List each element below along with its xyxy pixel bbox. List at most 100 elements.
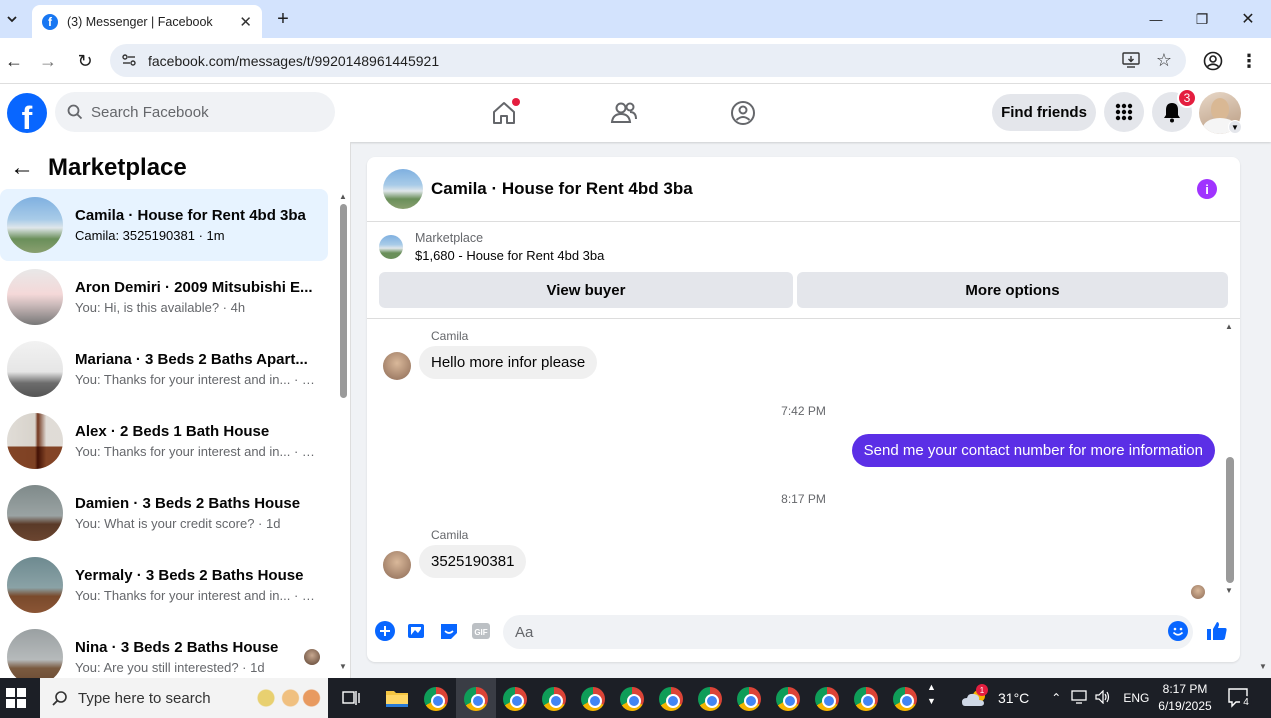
windows-start-icon[interactable] [6,688,26,713]
thumbs-up-icon[interactable] [1206,620,1228,642]
action-center-icon[interactable]: 4 [1228,688,1252,713]
chrome-taskbar-icon[interactable] [893,687,917,711]
back-arrow-icon[interactable]: ← [10,154,34,182]
chrome-taskbar-icon[interactable] [815,687,839,711]
weather-temperature[interactable]: 31°C [998,690,1029,706]
forward-button[interactable]: → [38,50,58,72]
chrome-taskbar-icon[interactable] [620,687,644,711]
task-view-icon[interactable] [342,689,360,712]
listing-thumbnail [7,413,63,469]
sender-avatar[interactable] [383,352,411,380]
facebook-header: f Search Facebook Find friends 3 ▼ [0,84,1271,142]
conversation-item-camila[interactable]: Camila · House for Rent 4bd 3ba Camila: … [0,189,328,261]
conversation-item-mariana[interactable]: Mariana · 3 Beds 2 Baths Apart... You: T… [0,333,328,405]
more-actions-plus-icon[interactable] [374,620,396,642]
menu-grid-icon[interactable] [1104,92,1144,132]
chrome-taskbar-icon[interactable] [464,687,488,711]
conversation-item-yermaly[interactable]: Yermaly · 3 Beds 2 Baths House You: Than… [0,549,328,621]
taskbar-overflow-icon[interactable]: ▲ ▼ [927,680,936,708]
scroll-up-icon[interactable]: ▲ [339,192,347,201]
browser-toolbar: ← → ↻ facebook.com/messages/t/9920148961… [0,38,1271,84]
conversation-item-nina[interactable]: Nina · 3 Beds 2 Baths House You: Are you… [0,621,328,678]
outgoing-message[interactable]: Send me your contact number for more inf… [851,434,1215,467]
incoming-message[interactable]: 3525190381 [419,545,527,578]
tab-search-icon[interactable] [2,8,22,30]
tab-close-icon[interactable]: ✕ [239,13,252,31]
browser-menu-icon[interactable]: ⋮ [1238,50,1260,72]
info-icon[interactable]: i [1197,179,1217,199]
chrome-taskbar-icon[interactable] [542,687,566,711]
chrome-taskbar-icon[interactable] [424,687,448,711]
chrome-taskbar-icon[interactable] [581,687,605,711]
message-timestamp: 8:17 PM [781,492,826,506]
conversation-preview: You: What is your credit score? · 1d [75,516,281,531]
profile-icon[interactable] [1202,50,1224,72]
svg-text:GIF: GIF [474,628,487,637]
network-icon[interactable] [1071,689,1087,707]
taskbar-search-input[interactable]: Type here to search [40,678,328,718]
sender-avatar[interactable] [383,551,411,579]
chrome-taskbar-icon[interactable] [503,687,527,711]
notification-count-badge: 3 [1177,88,1197,108]
back-button[interactable]: ← [4,50,24,72]
chrome-taskbar-icon[interactable] [737,687,761,711]
account-chevron-down-icon[interactable]: ▼ [1228,120,1242,134]
tray-chevron-up-icon[interactable]: ⌃ [1051,691,1061,705]
input-language[interactable]: ENG [1123,691,1149,705]
listing-source: Marketplace [415,231,484,245]
scroll-up-icon[interactable]: ▲ [1225,322,1233,331]
new-tab-button[interactable]: + [272,8,294,30]
chat-title[interactable]: Camila · House for Rent 4bd 3ba [431,179,693,199]
sender-name: Camila [431,528,469,542]
bookmark-star-icon[interactable]: ☆ [1156,50,1172,71]
chat-listing-thumbnail[interactable] [383,169,423,209]
scroll-down-icon[interactable]: ▼ [1225,586,1233,595]
message-input[interactable]: Aa [503,615,1193,649]
sticker-icon[interactable] [438,620,460,642]
view-buyer-button[interactable]: View buyer [379,272,793,308]
logo-letter: f [21,100,33,133]
window-close-button[interactable]: ✕ [1237,8,1259,30]
conversation-item-damien[interactable]: Damien · 3 Beds 2 Baths House You: What … [0,477,328,549]
address-bar[interactable]: facebook.com/messages/t/9920148961445921… [110,44,1186,77]
install-app-icon[interactable] [1122,52,1140,71]
chrome-taskbar-icon[interactable] [776,687,800,711]
gif-icon[interactable]: GIF [470,620,492,642]
conversation-item-aron[interactable]: Aron Demiri · 2009 Mitsubishi E... You: … [0,261,328,333]
page-scroll-down-icon[interactable]: ▼ [1259,662,1267,671]
chat-header: Camila · House for Rent 4bd 3ba [367,157,1240,222]
chrome-taskbar-icon[interactable] [854,687,878,711]
conversation-preview: You: Thanks for your interest and in... … [75,372,315,387]
facebook-logo-icon[interactable]: f [7,93,47,133]
conversation-name: Damien · 3 Beds 2 Baths House [75,495,301,512]
sidebar-scrollbar[interactable] [340,204,347,398]
search-placeholder: Search Facebook [91,103,209,121]
facebook-favicon-icon: f [42,13,58,30]
file-explorer-icon[interactable] [385,688,409,713]
home-icon[interactable] [486,96,522,130]
incoming-message[interactable]: Hello more infor please [419,346,598,379]
search-highlight-image[interactable] [252,682,322,714]
listing-summary[interactable]: Marketplace $1,680 - House for Rent 4bd … [379,231,604,263]
friends-icon[interactable] [606,96,642,130]
window-restore-button[interactable]: ❐ [1191,8,1213,30]
browser-tab-strip: f (3) Messenger | Facebook ✕ + — ❐ ✕ [0,0,1271,38]
window-minimize-button[interactable]: — [1145,8,1167,30]
browser-tab-messenger[interactable]: f (3) Messenger | Facebook ✕ [32,5,262,38]
chat-scrollbar[interactable] [1226,457,1234,583]
more-options-button[interactable]: More options [797,272,1228,308]
conversation-item-alex[interactable]: Alex · 2 Beds 1 Bath House You: Thanks f… [0,405,328,477]
scroll-down-icon[interactable]: ▼ [339,662,347,671]
groups-icon[interactable] [725,96,761,130]
site-info-icon[interactable] [121,52,137,71]
chrome-taskbar-icon[interactable] [659,687,683,711]
reload-button[interactable]: ↻ [74,50,96,72]
emoji-icon[interactable] [1167,620,1189,642]
weather-cloud-icon[interactable]: 1 [960,684,990,710]
taskbar-clock[interactable]: 8:17 PM 6/19/2025 [1152,681,1218,715]
chrome-taskbar-icon[interactable] [698,687,722,711]
volume-icon[interactable] [1095,689,1111,707]
find-friends-button[interactable]: Find friends [992,94,1096,131]
attach-photo-icon[interactable] [406,620,428,642]
search-input[interactable]: Search Facebook [55,92,335,132]
